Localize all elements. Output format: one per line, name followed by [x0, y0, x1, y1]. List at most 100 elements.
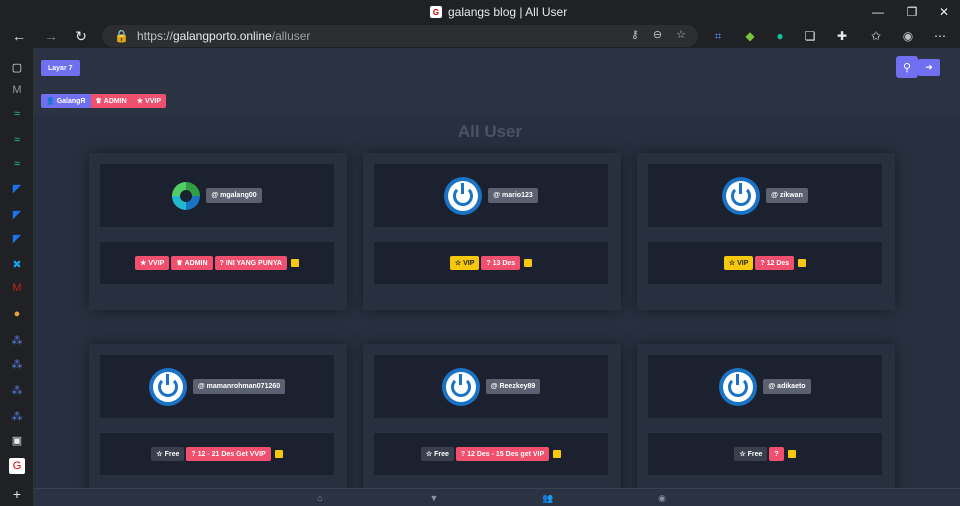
user-badge: ? 12 Des - 15 Des get VIP [455, 447, 550, 461]
minimize-icon[interactable]: — [862, 0, 894, 24]
user-badge: ♛ ADMIN [171, 256, 213, 270]
forward-arrow-icon[interactable]: → [40, 26, 62, 46]
logout-button[interactable]: ➜ [918, 59, 940, 76]
badge-label: ? INI YANG PUNYA [219, 259, 282, 267]
layar-button[interactable]: Layar 7 [41, 60, 80, 76]
username-label[interactable]: @ mgalang00 [206, 188, 262, 203]
user-badge: ? INI YANG PUNYA [214, 256, 287, 270]
lock-icon: 🔒 [114, 29, 129, 43]
window-title: G galangs blog | All User [430, 5, 567, 19]
gmail-tab-icon[interactable]: M [9, 82, 25, 98]
profile-avatar-icon[interactable]: ◉ [898, 26, 918, 46]
power-avatar-icon [148, 367, 187, 406]
badge-icon: ☆ [739, 451, 746, 458]
username-label[interactable]: @ mamanrohman071260 [192, 379, 286, 394]
power-avatar-icon [719, 367, 758, 406]
badge-label: Free [164, 450, 180, 458]
coin-tab-icon[interactable]: ● [9, 306, 25, 322]
coin-icon [290, 259, 299, 267]
network-tab-icon[interactable]: ⁂ [9, 332, 25, 348]
coin-icon [787, 450, 796, 458]
user-card: @ mario123 ☆ VIP ? 13 Des [363, 153, 621, 310]
coin-icon [524, 259, 533, 267]
username-label[interactable]: @ zikwan [766, 188, 808, 203]
user-card: @ Reezkey89 ☆ Free ? 12 Des - 15 Des get V… [363, 344, 621, 504]
badge-label: ADMIN [184, 259, 208, 267]
badge-label: VVIP [148, 259, 165, 267]
grammarly-icon[interactable]: ● [770, 26, 790, 46]
network-tab-icon-2[interactable]: ⁂ [9, 356, 25, 372]
user-card-badges: ★ VVIP ♛ ADMIN? INI YANG PUNYA [100, 242, 334, 284]
username-label[interactable]: @ mario123 [488, 188, 538, 203]
flutter-tab-icon-3[interactable]: ◤ [9, 230, 25, 246]
address-bar[interactable]: 🔒 https://galangporto.online/alluser ⚷ ⊖… [102, 25, 698, 47]
user-badge: ? [769, 447, 784, 461]
badge-icon: ☆ [728, 260, 736, 267]
badge-label: ? 12 - 21 Des Get VVIP [191, 450, 266, 458]
x-tab-icon[interactable]: ✖ [9, 256, 25, 272]
collections-icon[interactable]: ❏ [800, 26, 820, 46]
tailwind-tab-icon-2[interactable]: ≈ [9, 132, 25, 148]
crown-icon: ♛ [95, 98, 102, 105]
user-card: @ adikaeto ☆ Free? [637, 344, 895, 504]
extension-icon[interactable]: ◆ [740, 26, 760, 46]
user-badge: ☆ Free [420, 447, 454, 461]
window-title-bar: G galangs blog | All User — ❐ ✕ [0, 0, 960, 24]
user-list-section: All User @ mgalang00 ★ VVIP ♛ ADMIN? INI YA… [34, 116, 960, 504]
user-card-header: @ adikaeto [648, 355, 882, 418]
tailwind-tab-icon-3[interactable]: ≈ [9, 156, 25, 172]
user-icon: 👤 [46, 98, 55, 105]
user-card-badges: ☆ VIP ? 12 Des [648, 242, 882, 284]
key-icon[interactable]: ⚷ [631, 28, 639, 41]
tab-actions-icon[interactable]: ▢ [9, 59, 25, 75]
site-favicon-icon: G [430, 6, 442, 18]
network-tab-icon-4[interactable]: ⁂ [9, 408, 25, 424]
filter-icon[interactable]: ▼ [427, 492, 441, 504]
more-menu-icon[interactable]: ⋯ [930, 26, 950, 46]
url-host: galangporto.online [172, 29, 272, 43]
users-icon[interactable]: 👥 [541, 492, 555, 504]
coin-icon [553, 450, 562, 458]
window-tab-icon[interactable]: ▣ [9, 432, 25, 448]
current-user-name[interactable]: 👤 GalangR [41, 94, 91, 108]
badge-icon: ♛ [176, 260, 183, 267]
current-user-bar: 👤 GalangR ♛ ADMIN ★ VVIP [41, 94, 166, 108]
user-card-header: @ Reezkey89 [374, 355, 608, 418]
user-badge: ? 12 Des [755, 256, 795, 270]
user-badge: ☆ VIP [449, 256, 480, 270]
tailwind-tab-icon[interactable]: ≈ [9, 106, 25, 122]
badge-icon: ☆ [156, 451, 163, 458]
maximize-icon[interactable]: ❐ [896, 0, 928, 24]
page-viewport: Layar 7 ⚲ ➜ 👤 GalangR ♛ ADMIN ★ VVIP All Us… [34, 48, 960, 506]
back-arrow-icon[interactable]: ← [8, 26, 30, 46]
account-icon[interactable]: ◉ [655, 492, 669, 504]
search-icon: ⚲ [902, 61, 912, 74]
flutter-tab-icon-2[interactable]: ◤ [9, 206, 25, 222]
coin-icon [798, 259, 807, 267]
new-tab-plus-icon[interactable]: + [9, 486, 25, 502]
search-button[interactable]: ⚲ [896, 56, 918, 78]
extensions-puzzle-icon[interactable]: ✚ [832, 26, 852, 46]
network-tab-icon-3[interactable]: ⁂ [9, 382, 25, 398]
window-title-text: galangs blog | All User [448, 5, 568, 19]
user-badge: ☆ Free [734, 447, 768, 461]
badge-label: ? 13 Des [486, 259, 516, 267]
badge-icon: ☆ [454, 260, 462, 267]
reload-icon[interactable]: ↻ [70, 26, 92, 46]
username-label[interactable]: @ adikaeto [763, 379, 811, 394]
gmail-tab-icon-2[interactable]: M [9, 280, 25, 296]
url-path: /alluser [271, 29, 311, 43]
badge-label: ? [774, 450, 779, 458]
close-icon[interactable]: ✕ [928, 0, 960, 24]
username-label[interactable]: @ Reezkey89 [485, 379, 541, 394]
favorite-add-icon[interactable]: ☆ [676, 28, 686, 41]
power-avatar-icon [444, 176, 483, 215]
user-badge: ? 13 Des [481, 256, 521, 270]
active-tab-favicon-icon[interactable]: G [9, 458, 25, 474]
gravatar-avatar-icon [172, 181, 201, 210]
favorites-icon[interactable]: ✩ [866, 26, 886, 46]
crop-extension-icon[interactable]: ⌗ [708, 26, 728, 46]
home-icon[interactable]: ⌂ [313, 492, 327, 504]
flutter-tab-icon[interactable]: ◤ [9, 180, 25, 196]
zoom-icon[interactable]: ⊖ [653, 28, 662, 41]
